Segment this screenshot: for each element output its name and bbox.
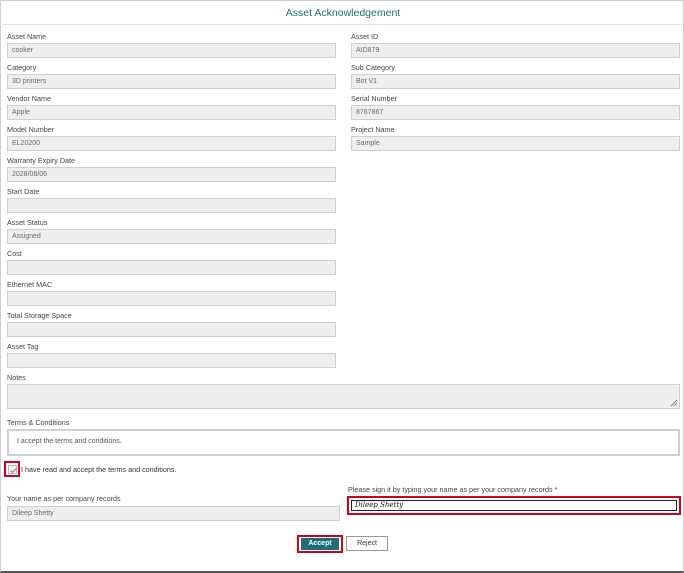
accept-terms-checkbox[interactable]: [8, 465, 17, 474]
project-name-field[interactable]: Sample: [351, 136, 680, 151]
warranty-expiry-date-field[interactable]: 2028/08/06: [7, 167, 336, 182]
start-date-label: Start Date: [7, 187, 40, 196]
sub-category-field[interactable]: Bot V1: [351, 74, 680, 89]
title-divider: [2, 24, 682, 25]
ethernet-mac-field[interactable]: [7, 291, 336, 306]
start-date-field[interactable]: [7, 198, 336, 213]
accept-button[interactable]: Accept: [301, 538, 339, 550]
signature-highlight: Dileep Shetty: [347, 496, 681, 515]
notes-textarea[interactable]: [7, 384, 680, 409]
company-name-label: Your name as per company records: [7, 494, 121, 503]
cost-label: Cost: [7, 249, 22, 258]
asset-status-field[interactable]: Assigned: [7, 229, 336, 244]
signature-input[interactable]: Dileep Shetty: [351, 500, 677, 511]
accept-checkbox-highlight: [4, 461, 20, 477]
serial-number-field[interactable]: 8767867: [351, 105, 680, 120]
ethernet-mac-label: Ethernet MAC: [7, 280, 53, 289]
vendor-name-label: Vendor Name: [7, 94, 51, 103]
signature-label: Please sign it by typing your name as pe…: [348, 485, 558, 494]
terms-label: Terms & Conditions: [7, 418, 70, 427]
asset-id-label: Asset ID: [351, 32, 379, 41]
asset-tag-label: Asset Tag: [7, 342, 39, 351]
model-number-label: Model Number: [7, 125, 55, 134]
category-label: Category: [7, 63, 37, 72]
category-field[interactable]: 3D printers: [7, 74, 336, 89]
asset-acknowledgement-form: Asset Acknowledgement Asset Name cooker …: [0, 0, 684, 573]
sub-category-label: Sub Category: [351, 63, 395, 72]
notes-label: Notes: [7, 373, 26, 382]
asset-name-field[interactable]: cooker: [7, 43, 336, 58]
asset-status-label: Asset Status: [7, 218, 48, 227]
resize-handle-icon[interactable]: [670, 399, 678, 407]
accept-button-highlight: Accept: [297, 535, 343, 553]
project-name-label: Project Name: [351, 125, 395, 134]
reject-button[interactable]: Reject: [346, 536, 388, 551]
terms-box: I accept the terms and conditions.: [7, 429, 680, 456]
total-storage-space-label: Total Storage Space: [7, 311, 72, 320]
model-number-field[interactable]: EL20200: [7, 136, 336, 151]
asset-name-label: Asset Name: [7, 32, 47, 41]
asset-id-field[interactable]: AID879: [351, 43, 680, 58]
warranty-expiry-date-label: Warranty Expiry Date: [7, 156, 76, 165]
cost-field[interactable]: [7, 260, 336, 275]
serial-number-label: Serial Number: [351, 94, 397, 103]
accept-terms-label: I have read and accept the terms and con…: [21, 465, 177, 474]
asset-tag-field[interactable]: [7, 353, 336, 368]
check-icon: [10, 467, 17, 474]
total-storage-space-field[interactable]: [7, 322, 336, 337]
company-name-field[interactable]: Dileep Shetty: [7, 506, 340, 521]
vendor-name-field[interactable]: Apple: [7, 105, 336, 120]
form-title: Asset Acknowledgement: [285, 7, 401, 19]
